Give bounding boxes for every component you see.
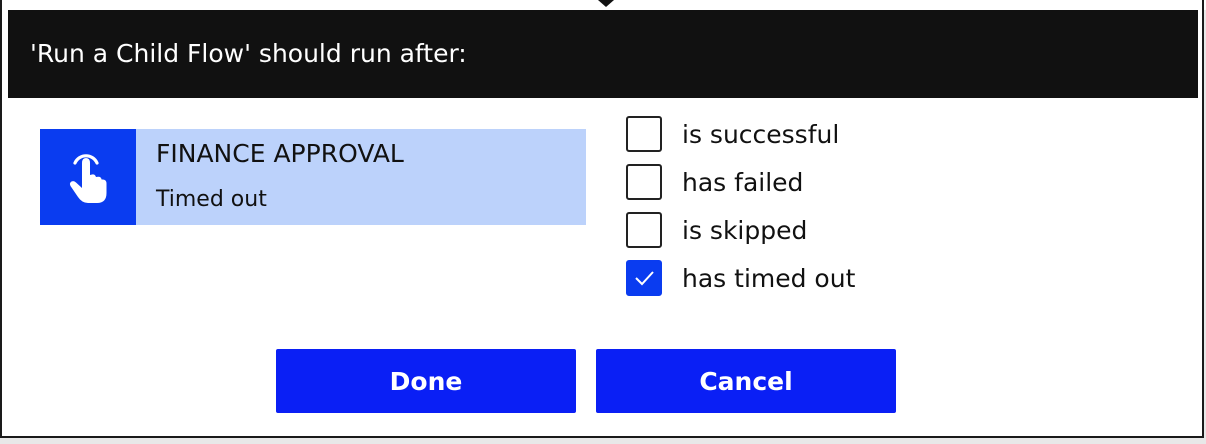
checkbox-is-skipped[interactable] [626,212,662,248]
checkbox-is-successful[interactable] [626,116,662,152]
cancel-button[interactable]: Cancel [596,349,896,413]
option-label: is successful [682,119,840,149]
action-name: FINANCE APPROVAL [156,139,404,168]
checkmark-icon [635,271,654,286]
option-label: has timed out [682,263,856,293]
dialog-pointer-arrow [598,0,614,7]
option-label: has failed [682,167,804,197]
dialog-header: 'Run a Child Flow' should run after: [8,10,1198,98]
dialog-title: 'Run a Child Flow' should run after: [30,39,467,68]
option-is-successful[interactable]: is successful [626,114,839,154]
action-card[interactable]: FINANCE APPROVAL Timed out [40,129,586,225]
action-status: Timed out [156,187,267,212]
option-label: is skipped [682,215,808,245]
option-has-timed-out[interactable]: has timed out [626,258,855,298]
checkbox-has-timed-out[interactable] [626,260,662,296]
done-button[interactable]: Done [276,349,576,413]
option-is-skipped[interactable]: is skipped [626,210,807,250]
option-has-failed[interactable]: has failed [626,162,803,202]
hand-pointer-icon [40,129,136,225]
checkbox-has-failed[interactable] [626,164,662,200]
